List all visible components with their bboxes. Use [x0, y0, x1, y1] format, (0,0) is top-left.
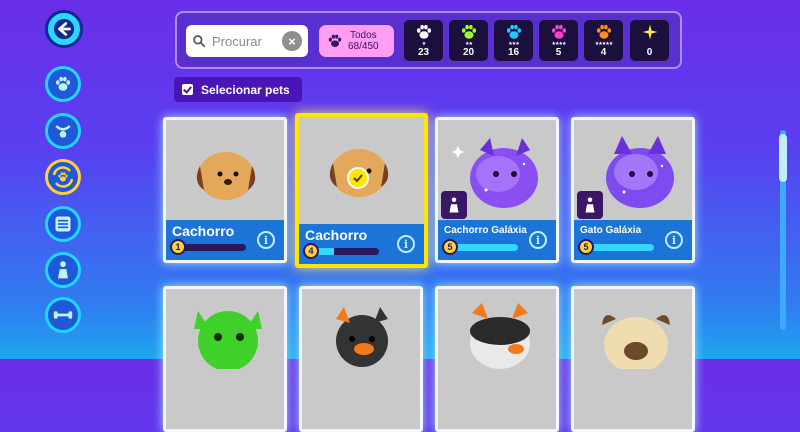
level-progress-bar	[315, 248, 379, 255]
level-progress-bar	[454, 244, 518, 251]
list-icon	[55, 216, 71, 232]
sidebar-accessories-button[interactable]	[45, 113, 81, 149]
collar-icon	[55, 125, 71, 138]
paw-icon	[595, 23, 613, 41]
level-progress-bar	[182, 244, 246, 251]
pet-card-footer: Cachorro 1 i	[166, 220, 284, 260]
info-icon[interactable]: i	[397, 235, 415, 253]
paw-icon	[327, 33, 343, 49]
paw-icon	[54, 75, 72, 93]
filter-all-count: 68/450	[348, 41, 379, 52]
checkbox-icon	[182, 84, 193, 95]
level-badge: 1	[170, 239, 186, 255]
pet-name: Cachorro	[305, 227, 368, 243]
sidebar-training-button[interactable]	[45, 297, 81, 333]
select-pets-label: Selecionar pets	[201, 82, 290, 97]
paw-cycle-icon	[52, 166, 74, 188]
info-icon[interactable]: i	[529, 231, 547, 249]
scrollbar-thumb[interactable]	[779, 134, 787, 182]
pet-card[interactable]	[435, 286, 559, 432]
paw-icon	[505, 23, 523, 41]
sparkle-icon	[642, 24, 657, 40]
pet-card[interactable]: Cachorro 1 i	[163, 117, 287, 263]
rarity-count: 20	[462, 47, 475, 58]
pet-image	[194, 311, 262, 371]
pet-card-footer: Gato Galáxia 5 i	[574, 220, 692, 260]
clear-search-button[interactable]: ×	[282, 31, 302, 51]
level-progress-bar	[590, 244, 654, 251]
pet-card[interactable]	[163, 286, 287, 432]
pet-name: Gato Galáxia	[580, 225, 642, 236]
rarity-filter-6[interactable]: 0	[630, 20, 669, 61]
rarity-count: 4	[600, 47, 607, 58]
search-icon	[193, 35, 206, 48]
paw-icon	[415, 23, 433, 41]
sidebar-pets-button[interactable]	[45, 66, 81, 102]
dumbbell-icon	[53, 311, 73, 319]
rarity-filter-1[interactable]: ★ 23	[404, 20, 443, 61]
arrow-left-icon	[53, 18, 75, 40]
character-tag-icon	[441, 191, 467, 219]
rarity-filter-5[interactable]: ★★★★★ 4	[584, 20, 623, 61]
info-icon[interactable]: i	[665, 231, 683, 249]
character-tag-icon	[577, 191, 603, 219]
selected-check-icon	[347, 167, 369, 189]
rarity-filter-2[interactable]: ★★ 20	[449, 20, 488, 61]
rarity-filter-3[interactable]: ★★★ 16	[494, 20, 533, 61]
rarity-count: 16	[507, 47, 520, 58]
pet-card[interactable]: Cachorro Galáxia 5 i	[435, 117, 559, 263]
info-icon[interactable]: i	[257, 231, 275, 249]
paw-icon	[550, 23, 568, 41]
pet-card-footer: Cachorro Galáxia 5 i	[438, 220, 556, 260]
pet-card[interactable]	[571, 286, 695, 432]
sidebar-index-button[interactable]	[45, 206, 81, 242]
pet-card[interactable]	[299, 286, 423, 432]
paw-icon	[460, 23, 478, 41]
pet-image	[196, 152, 256, 200]
select-pets-button[interactable]: Selecionar pets	[174, 77, 302, 102]
pet-image	[336, 307, 388, 367]
filter-all-label: Todos	[349, 30, 377, 41]
filter-all-button[interactable]: Todos 68/450	[319, 25, 394, 57]
pet-name: Cachorro	[172, 223, 235, 239]
rarity-count: 5	[555, 47, 562, 58]
rarity-count: 23	[417, 47, 430, 58]
level-badge: 5	[578, 239, 594, 255]
sidebar-character-button[interactable]	[45, 252, 81, 288]
rarity-count: 0	[646, 47, 653, 58]
back-button[interactable]	[45, 10, 83, 48]
pet-card[interactable]: Gato Galáxia 5 i	[571, 117, 695, 263]
pet-card[interactable]: Cachorro 4 i	[295, 113, 428, 268]
level-badge: 4	[303, 243, 319, 259]
rarity-filter-4[interactable]: ★★★★ 5	[539, 20, 578, 61]
pet-card-footer: Cachorro 4 i	[299, 224, 424, 264]
pet-name: Cachorro Galáxia	[444, 225, 527, 236]
search-input[interactable]: Procurar ×	[186, 25, 308, 57]
search-placeholder: Procurar	[212, 33, 262, 49]
pet-image	[602, 315, 670, 373]
sidebar-pet-exchange-button[interactable]	[45, 159, 81, 195]
character-icon	[58, 261, 68, 279]
pet-image	[470, 303, 530, 369]
level-badge: 5	[442, 239, 458, 255]
